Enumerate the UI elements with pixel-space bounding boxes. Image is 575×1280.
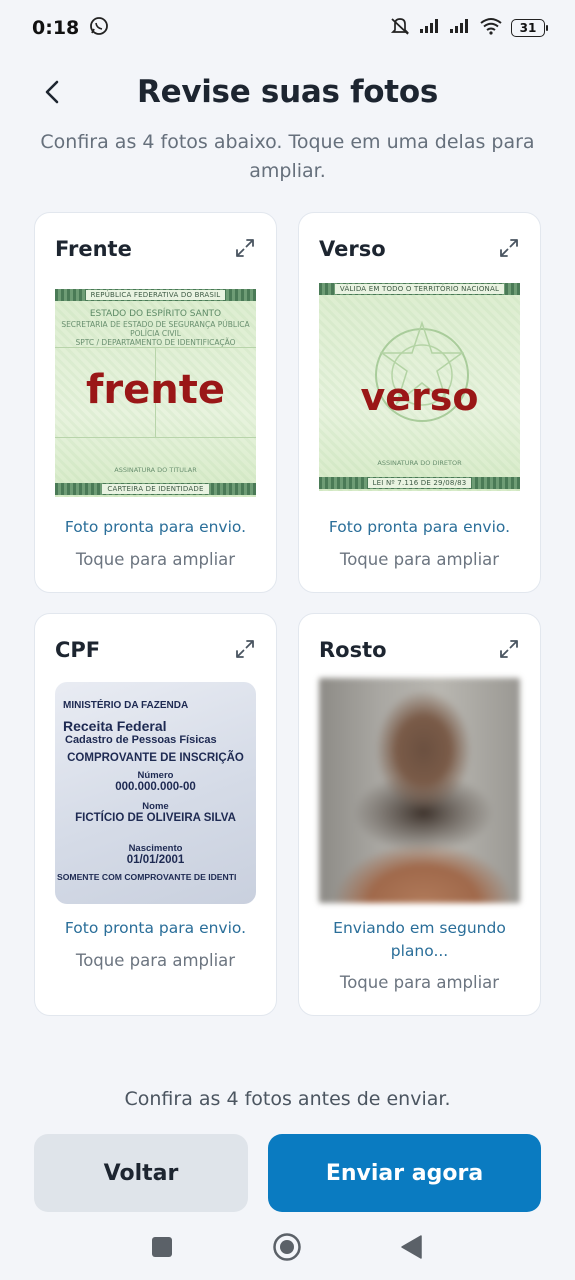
header: Revise suas fotos (0, 62, 575, 126)
wifi-icon (479, 17, 503, 40)
id-back-photo[interactable]: VÁLIDA EM TODO O TERRITÓRIO NACIONAL ver… (319, 283, 520, 491)
expand-icon[interactable] (234, 638, 256, 660)
whatsapp-icon (89, 16, 109, 41)
page-title: Revise suas fotos (137, 74, 438, 110)
card-title: Verso (319, 237, 386, 261)
cpf-photo[interactable]: MINISTÉRIO DA FAZENDA Receita Federal Ca… (55, 682, 256, 904)
tap-hint: Toque para ampliar (75, 550, 236, 569)
voltar-button[interactable]: Voltar (34, 1134, 248, 1212)
signal-icon (419, 18, 441, 39)
photo-status: Enviando em segundo plano... (333, 919, 506, 960)
status-time: 0:18 (32, 17, 80, 39)
system-nav-bar (0, 1226, 575, 1266)
cpf-name-label: Nome (142, 801, 169, 812)
photo-status: Foto pronta para envio. (328, 518, 511, 536)
battery-icon: 31 (511, 19, 548, 37)
id-line: ESTADO DO ESPÍRITO SANTO (89, 309, 222, 319)
square-icon (152, 1237, 172, 1257)
photo-status: Foto pronta para envio. (64, 919, 247, 937)
cpf-ministry: MINISTÉRIO DA FAZENDA (63, 700, 189, 711)
photo-card-frente[interactable]: Frente REPÚBLICA FEDERATIVA DO BRASIL ES… (34, 212, 277, 593)
face-photo[interactable] (319, 678, 520, 903)
id-top-band: REPÚBLICA FEDERATIVA DO BRASIL (85, 290, 226, 300)
id-front-photo[interactable]: REPÚBLICA FEDERATIVA DO BRASIL ESTADO DO… (55, 289, 256, 497)
signal-icon (449, 18, 471, 39)
triangle-back-icon (401, 1235, 422, 1259)
cpf-name: FICTÍCIO DE OLIVEIRA SILVA (75, 812, 236, 824)
photo-card-verso[interactable]: Verso VÁLIDA EM TODO O TERRITÓRIO NACION… (298, 212, 541, 593)
cpf-agency: Receita Federal (63, 718, 167, 734)
id-back-label: verso (360, 375, 479, 419)
tap-hint: Toque para ampliar (75, 951, 236, 970)
card-title: Frente (55, 237, 132, 261)
footer-note: Confira as 4 fotos antes de enviar. (124, 1088, 451, 1110)
card-title: CPF (55, 638, 101, 662)
recent-apps-button[interactable] (147, 1232, 177, 1262)
card-title: Rosto (319, 638, 387, 662)
cpf-doc-title: COMPROVANTE DE INSCRIÇÃO (67, 752, 244, 764)
photo-status: Foto pronta para envio. (64, 518, 247, 536)
cpf-number: 000.000.000-00 (115, 781, 196, 793)
cpf-footer: SOMENTE COM COMPROVANTE DE IDENTI (57, 872, 237, 882)
id-bottom-band: LEI Nº 7.116 DE 29/08/83 (367, 478, 472, 488)
cpf-birth: 01/01/2001 (126, 854, 185, 866)
expand-icon[interactable] (234, 237, 256, 259)
send-now-button[interactable]: Enviar agora (268, 1134, 541, 1212)
id-signature-label: ASSINATURA DO TITULAR (114, 466, 197, 474)
photo-card-rosto[interactable]: Rosto Enviando em segundo plano... Toque… (298, 613, 541, 1016)
expand-icon[interactable] (498, 638, 520, 660)
tap-hint: Toque para ampliar (339, 550, 500, 569)
status-bar: 0:18 31 (0, 0, 575, 56)
id-bottom-band: CARTEIRA DE IDENTIDADE (102, 484, 209, 494)
cpf-number-label: Número (137, 770, 174, 781)
cpf-registry: Cadastro de Pessoas Físicas (65, 734, 217, 746)
cpf-birth-label: Nascimento (128, 843, 183, 854)
photo-card-cpf[interactable]: CPF MINISTÉRIO DA FAZENDA Receita Federa… (34, 613, 277, 1016)
expand-icon[interactable] (498, 237, 520, 259)
tap-hint: Toque para ampliar (339, 973, 500, 992)
battery-level: 31 (519, 21, 537, 35)
subtitle: Confira as 4 fotos abaixo. Toque em uma … (40, 131, 535, 182)
id-top-band: VÁLIDA EM TODO O TERRITÓRIO NACIONAL (334, 284, 505, 294)
mute-icon (389, 16, 411, 41)
id-signature-label: ASSINATURA DO DIRETOR (377, 459, 462, 467)
id-front-label: frente (86, 367, 225, 413)
system-back-button[interactable] (396, 1232, 426, 1262)
home-button[interactable] (272, 1232, 302, 1262)
circle-icon (273, 1233, 301, 1261)
